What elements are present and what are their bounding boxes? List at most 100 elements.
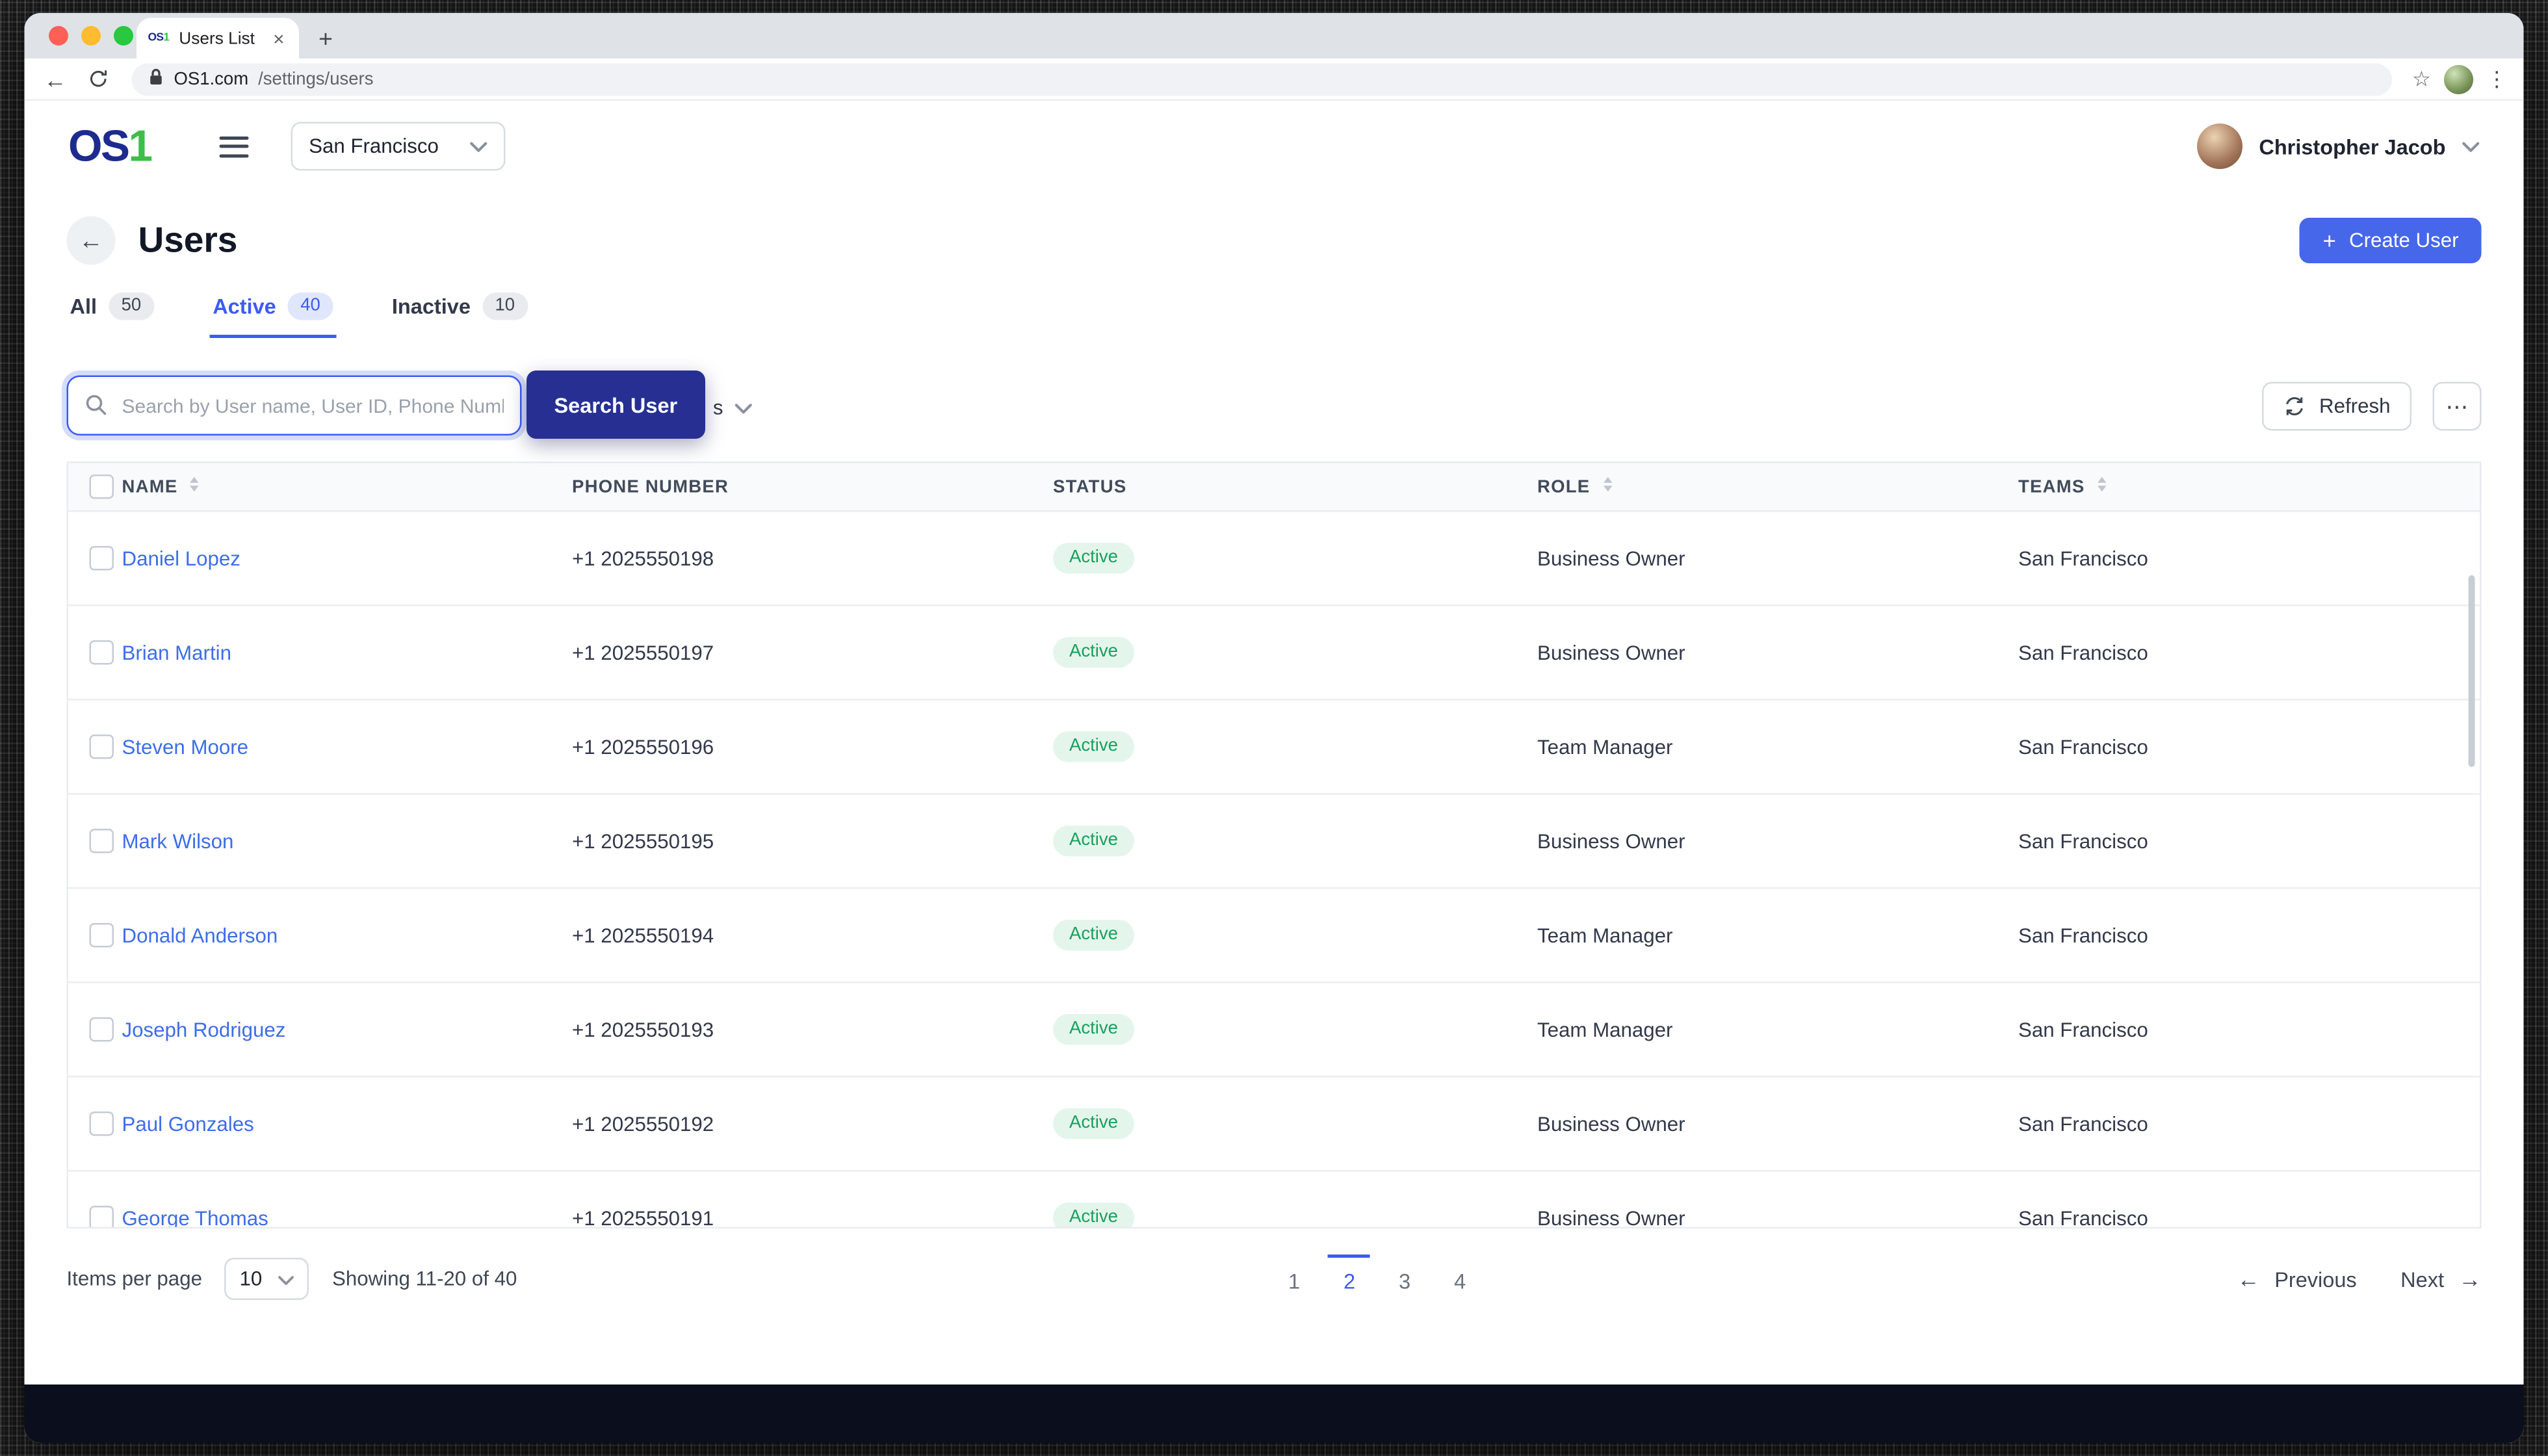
- phone-cell: +1 2025550195: [572, 829, 714, 853]
- team-cell: San Francisco: [2018, 641, 2148, 664]
- row-checkbox[interactable]: [89, 829, 114, 853]
- refresh-icon: [2286, 396, 2304, 416]
- sort-icon[interactable]: [187, 474, 202, 499]
- row-checkbox[interactable]: [89, 640, 114, 665]
- page-title-row: ← Users + Create User: [66, 214, 2482, 266]
- status-tab[interactable]: Inactive 10: [389, 292, 531, 338]
- sort-icon[interactable]: [2095, 474, 2110, 499]
- create-user-button[interactable]: + Create User: [2300, 218, 2482, 263]
- user-name-link[interactable]: George Thomas: [122, 1206, 268, 1227]
- users-page: ← Users + Create User All 50 Active 40 I…: [25, 192, 2524, 1384]
- page-dark-footer: [24, 1384, 2524, 1443]
- name-cell: George Thomas: [122, 1206, 573, 1227]
- lock-icon: [148, 64, 164, 94]
- page-title: Users: [138, 219, 238, 261]
- column-header[interactable]: STATUS: [1053, 477, 1537, 497]
- role-cell: Team Manager: [1537, 924, 1673, 947]
- row-checkbox[interactable]: [89, 546, 114, 571]
- status-cell: Active: [1053, 542, 1537, 574]
- tab-close-icon[interactable]: ×: [270, 29, 288, 48]
- table-footer: Items per page 10 Showing 11-20 of 40 1: [67, 1254, 2482, 1303]
- table-row: George Thomas +1 2025550191 Active Busin…: [68, 1171, 2480, 1227]
- new-tab-button[interactable]: +: [318, 28, 333, 53]
- row-checkbox[interactable]: [89, 923, 114, 948]
- page-number-button[interactable]: 3: [1384, 1254, 1426, 1303]
- user-name-link[interactable]: Mark Wilson: [122, 829, 234, 852]
- more-actions-button[interactable]: ⋯: [2432, 382, 2482, 431]
- next-page-button[interactable]: Next →: [2400, 1267, 2481, 1292]
- os1-logo: OS1: [68, 121, 153, 170]
- name-cell: Brian Martin: [122, 641, 573, 664]
- minimize-window-button[interactable]: [81, 26, 101, 46]
- row-checkbox-cell: [68, 1017, 122, 1042]
- user-name-link[interactable]: Steven Moore: [122, 735, 249, 758]
- status-cell: Active: [1053, 919, 1537, 951]
- status-tab[interactable]: All 50: [67, 292, 158, 338]
- column-header[interactable]: ROLE: [1537, 474, 2018, 499]
- search-icon: [84, 393, 107, 424]
- row-checkbox-cell: [68, 734, 122, 759]
- location-selector[interactable]: San Francisco: [291, 122, 506, 171]
- phone-cell: +1 2025550198: [572, 547, 714, 570]
- status-cell: Active: [1053, 636, 1537, 668]
- user-name-link[interactable]: Joseph Rodriguez: [122, 1018, 286, 1041]
- column-header[interactable]: PHONE NUMBER: [572, 477, 1053, 497]
- row-checkbox-cell: [68, 923, 122, 948]
- previous-page-button[interactable]: ← Previous: [2237, 1267, 2357, 1292]
- table-row: Donald Anderson +1 2025550194 Active Tea…: [68, 889, 2480, 983]
- row-checkbox[interactable]: [89, 734, 114, 759]
- browser-menu-icon[interactable]: ⋮: [2486, 66, 2508, 92]
- app-content: OS1 San Francisco Christopher Jacob ← Us…: [24, 101, 2524, 1443]
- team-cell: San Francisco: [2018, 735, 2148, 759]
- row-checkbox-cell: [68, 829, 122, 853]
- table-scrollbar[interactable]: [2468, 575, 2475, 767]
- back-icon[interactable]: ←: [41, 68, 70, 90]
- user-name-link[interactable]: Donald Anderson: [122, 924, 278, 946]
- items-per-page-select[interactable]: 10: [224, 1258, 309, 1300]
- user-name-link[interactable]: Daniel Lopez: [122, 547, 240, 569]
- page-number-button[interactable]: 1: [1273, 1254, 1316, 1303]
- menu-icon[interactable]: [219, 135, 249, 157]
- name-cell: Steven Moore: [122, 735, 573, 758]
- table-row: Brian Martin +1 2025550197 Active Busine…: [68, 606, 2480, 701]
- location-value: San Francisco: [309, 135, 439, 158]
- page-number-button[interactable]: 2: [1328, 1254, 1371, 1303]
- status-tab[interactable]: Active 40: [209, 292, 337, 339]
- user-name-link[interactable]: Brian Martin: [122, 641, 231, 664]
- back-button[interactable]: ←: [66, 216, 116, 265]
- close-window-button[interactable]: [49, 26, 68, 46]
- row-checkbox[interactable]: [89, 1206, 114, 1227]
- bookmark-star-icon[interactable]: ☆: [2412, 66, 2431, 92]
- column-header[interactable]: TEAMS: [2018, 474, 2480, 499]
- phone-cell: +1 2025550192: [572, 1112, 714, 1136]
- sort-icon[interactable]: [1600, 474, 1615, 499]
- refresh-button[interactable]: Refresh: [2262, 382, 2412, 431]
- search-user-tooltip[interactable]: Search User: [526, 370, 705, 439]
- showing-range-text: Showing 11-20 of 40: [332, 1268, 517, 1290]
- row-checkbox[interactable]: [89, 1017, 114, 1042]
- browser-profile-avatar[interactable]: [2444, 64, 2473, 94]
- status-badge: Active: [1053, 636, 1134, 668]
- user-menu[interactable]: Christopher Jacob: [2197, 124, 2480, 169]
- search-input[interactable]: [66, 375, 522, 436]
- address-bar[interactable]: OS1.com/settings/users: [131, 62, 2393, 96]
- zoom-window-button[interactable]: [114, 26, 133, 46]
- users-table: NAME PHONE NUMBER STATUS ROLE TEAMS Dani…: [66, 462, 2482, 1228]
- reload-icon[interactable]: [83, 68, 112, 90]
- status-badge: Active: [1053, 825, 1134, 857]
- status-badge: Active: [1053, 1202, 1134, 1227]
- window-controls: [49, 26, 133, 46]
- user-name-link[interactable]: Paul Gonzales: [122, 1112, 254, 1135]
- row-checkbox[interactable]: [89, 1112, 114, 1136]
- status-badge: Active: [1053, 919, 1134, 951]
- browser-tab[interactable]: OS1 Users List ×: [136, 18, 299, 58]
- items-per-page-value: 10: [239, 1268, 263, 1290]
- select-all-checkbox[interactable]: [89, 474, 114, 499]
- name-cell: Paul Gonzales: [122, 1112, 573, 1135]
- column-header[interactable]: NAME: [122, 474, 573, 499]
- search-box: [66, 375, 522, 436]
- tab-count-badge: 10: [482, 292, 528, 320]
- page-number-button[interactable]: 4: [1439, 1254, 1481, 1303]
- role-cell: Business Owner: [1537, 829, 1685, 853]
- table-body: Daniel Lopez +1 2025550198 Active Busine…: [68, 512, 2480, 1227]
